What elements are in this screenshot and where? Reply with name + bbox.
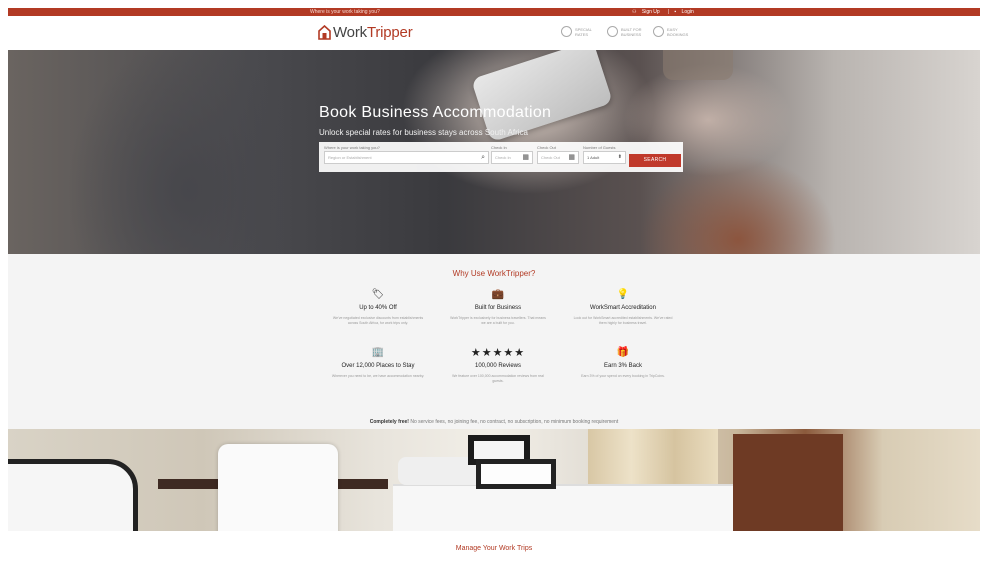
percent-icon [561,26,572,37]
search-form: Where is your work taking you? Region or… [319,142,683,172]
checkout-input[interactable]: Check Out ▦ [537,151,579,164]
gift-icon: 🎁 [616,347,630,358]
logo-text: WorkTripper [333,24,413,41]
hero-banner: Book Business Accommodation Unlock speci… [8,50,980,254]
free-bold: Completely free! [369,419,409,425]
feature-description: Wherever you need to be, we have accommo… [331,374,425,378]
feature-discount: 🏷 Up to 40% Off We've negotiated exclusi… [318,289,438,326]
checkin-input[interactable]: Check In ▦ [491,151,533,164]
search-button[interactable]: SEARCH [629,154,681,167]
manage-title: Manage Your Work Trips [455,545,533,552]
feature-heading: Over 12,000 Places to Stay [341,363,415,369]
where-placeholder: Region or Establishment [328,155,372,160]
hero-title: Book Business Accommodation [319,104,552,121]
lock-icon: ▪ [674,9,678,15]
bed-shape [393,484,773,531]
feature-reviews: ★★★★★ 100,000 Reviews We feature over 10… [438,347,558,384]
feature-heading: Earn 3% Back [603,363,643,369]
logo-tripper: Tripper [366,24,413,41]
feature-heading: Built for Business [474,305,522,311]
briefcase-icon [607,26,618,37]
briefcase-icon: 💼 [491,289,505,300]
guests-select[interactable]: 1 Adult ⬍ [583,151,626,164]
login-link[interactable]: ▪ Login [674,9,697,15]
header-feature-label: SPECIAL RATES [575,26,592,37]
sign-up-label: Sign Up [641,9,660,15]
armchair-shape [8,459,138,531]
feature-heading: WorkSmart Accreditation [590,305,656,311]
cabinet-shape [733,434,843,531]
feature-heading: Up to 40% Off [359,305,397,311]
header-feature-label: BUILT FOR BUSINESS [621,26,642,37]
feature-description: Earn 3% of your spend on every booking i… [581,374,665,378]
header-feature-special-rates: SPECIAL RATES [561,26,597,37]
header-feature-easy-bookings: EASY BOOKINGS [653,26,689,37]
why-section: Why Use WorkTripper? 🏷 Up to 40% Off We'… [8,254,980,429]
header-feature-business: BUILT FOR BUSINESS [607,26,643,37]
site-header: WorkTripper SPECIAL RATES BUILT FOR BUSI… [8,16,980,50]
feature-description: Look out for WorkSmart accredited establ… [573,316,673,325]
separator: | [667,9,669,15]
hotel-room-photo [8,429,980,531]
guests-field-group: Number of Guests 1 Adult ⬍ [583,145,626,164]
calendar-icon[interactable]: ▦ [568,154,575,161]
building-icon: 🏢 [371,347,385,358]
header-features: SPECIAL RATES BUILT FOR BUSINESS EASY BO… [561,26,699,37]
feature-earn-back: 🎁 Earn 3% Back Earn 3% of your spend on … [563,347,683,379]
checkin-field-group: Check In Check In ▦ [491,145,533,164]
free-statement: Completely free! No service fees, no joi… [8,419,980,425]
page-frame: Where is your work taking you? ⚇ Sign Up… [8,8,980,565]
user-icon: ⚇ [632,9,638,15]
logo-work: Work [333,24,367,41]
sign-up-link[interactable]: ⚇ Sign Up [632,9,664,15]
pillow-shape [476,459,556,489]
feature-accreditation: 💡 WorkSmart Accreditation Look out for W… [563,289,683,326]
where-input[interactable]: Region or Establishment ⌕ [324,151,489,164]
feature-description: We feature over 100,000 accommodation re… [452,374,544,383]
top-tagline: Where is your work taking you? [310,9,380,15]
hero-subtitle: Unlock special rates for business stays … [319,128,528,137]
top-bar: Where is your work taking you? ⚇ Sign Up… [8,8,980,16]
chevron-down-icon: ⬍ [617,154,622,160]
feature-description: WorkTripper is exclusively for business … [450,316,546,325]
logo[interactable]: WorkTripper [318,24,413,41]
star-icon: ★★★★★ [470,347,526,359]
feature-business: 💼 Built for Business WorkTripper is excl… [438,289,558,326]
feature-heading: 100,000 Reviews [474,363,522,369]
search-icon[interactable]: ⌕ [481,154,485,161]
feature-places: 🏢 Over 12,000 Places to Stay Wherever yo… [318,347,438,379]
header-feature-label: EASY BOOKINGS [667,26,689,37]
check-icon [653,26,664,37]
calendar-icon[interactable]: ▦ [522,154,529,161]
checkout-placeholder: Check Out [541,155,560,160]
free-text: No service fees, no joining fee, no cont… [408,419,619,425]
where-field-group: Where is your work taking you? Region or… [324,145,489,164]
account-links: ⚇ Sign Up | ▪ Login [632,8,702,16]
desk-chair-shape [218,444,338,531]
checkin-placeholder: Check In [495,155,511,160]
tag-icon: 🏷 [371,289,385,300]
why-title: Why Use WorkTripper? [452,269,536,278]
guests-value: 1 Adult [587,155,600,160]
login-label: Login [681,9,694,15]
house-logo-icon [318,25,331,40]
hero-cup-image [663,50,733,80]
checkout-field-group: Check Out Check Out ▦ [537,145,579,164]
lightbulb-icon: 💡 [616,289,630,300]
feature-description: We've negotiated exclusive discounts fro… [332,316,424,325]
manage-section: Manage Your Work Trips [8,531,980,565]
